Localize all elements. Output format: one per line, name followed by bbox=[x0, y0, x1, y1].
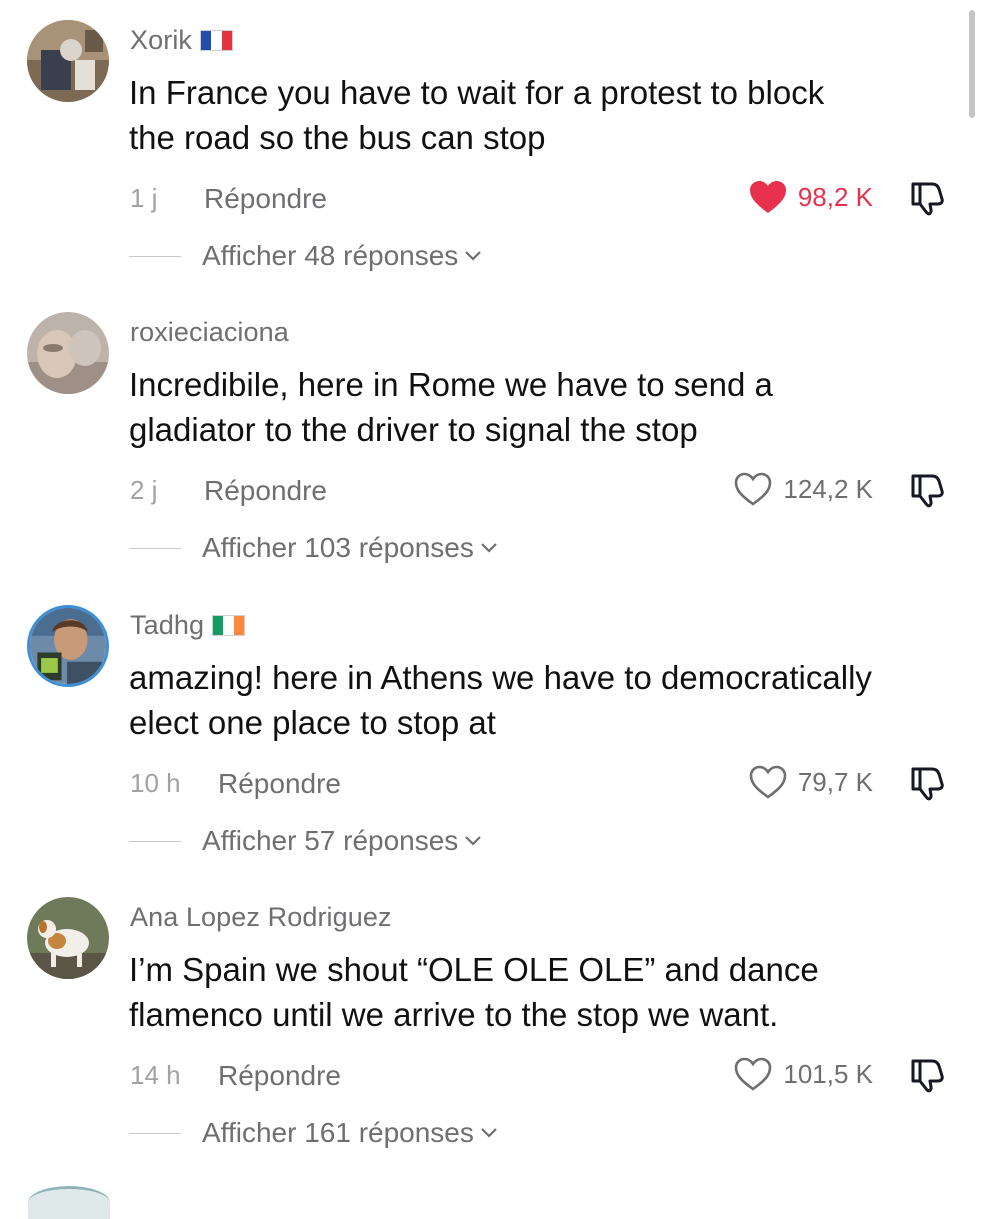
timestamp: 14 h bbox=[130, 1060, 181, 1090]
view-replies: Afficher 161 réponses bbox=[0, 1113, 983, 1153]
chevron-down-icon bbox=[480, 542, 498, 554]
view-replies-label: Afficher 57 réponses bbox=[202, 825, 459, 856]
like-count: 98,2 K bbox=[797, 181, 873, 212]
username[interactable]: roxieciaciona bbox=[130, 317, 289, 348]
heart-icon bbox=[748, 179, 788, 215]
view-replies-label: Afficher 48 réponses bbox=[202, 240, 459, 271]
comment-item: Ana Lopez Rodriguez I’m Spain we shout “… bbox=[0, 877, 983, 1169]
reply-button[interactable]: Répondre bbox=[218, 768, 341, 800]
reply-button[interactable]: Répondre bbox=[204, 475, 327, 507]
chevron-down-icon bbox=[464, 250, 482, 262]
chevron-down-icon bbox=[464, 835, 482, 847]
comment-text-line: Incredibile, here in Rome we have to sen… bbox=[129, 366, 773, 403]
view-replies-button[interactable]: Afficher 48 réponses bbox=[202, 240, 482, 272]
view-replies: Afficher 48 réponses bbox=[0, 236, 983, 276]
comment-text-line: amazing! here in Athens we have to democ… bbox=[129, 659, 872, 696]
comment-item: Xorik In France you have to wait for a p… bbox=[0, 0, 983, 292]
like-button[interactable]: 124,2 K bbox=[733, 467, 873, 511]
like-button[interactable]: 101,5 K bbox=[733, 1052, 873, 1096]
comment-text-line: gladiator to the driver to signal the st… bbox=[129, 411, 698, 448]
comment-text-line: the road so the bus can stop bbox=[129, 119, 546, 156]
comment-actions: 14 h Répondre 101,5 K bbox=[0, 1052, 983, 1096]
username[interactable]: Tadhg bbox=[130, 610, 204, 641]
view-replies-button[interactable]: Afficher 57 réponses bbox=[202, 825, 482, 857]
avatar[interactable] bbox=[27, 605, 109, 687]
comment-text-line: In France you have to wait for a protest… bbox=[129, 74, 825, 111]
like-count: 101,5 K bbox=[783, 1058, 873, 1089]
divider bbox=[129, 1133, 181, 1134]
view-replies: Afficher 57 réponses bbox=[0, 821, 983, 861]
like-count: 124,2 K bbox=[783, 473, 873, 504]
view-replies: Afficher 103 réponses bbox=[0, 528, 983, 568]
avatar[interactable] bbox=[27, 20, 109, 102]
avatar[interactable] bbox=[27, 312, 109, 394]
comment-text-line: elect one place to stop at bbox=[129, 704, 496, 741]
thumbs-down-icon[interactable] bbox=[909, 765, 947, 801]
comment-actions: 1 j Répondre 98,2 K bbox=[0, 175, 983, 219]
like-button[interactable]: 98,2 K bbox=[748, 175, 873, 219]
avatar[interactable] bbox=[28, 1186, 110, 1219]
avatar[interactable] bbox=[27, 897, 109, 979]
divider bbox=[129, 548, 181, 549]
reply-button[interactable]: Répondre bbox=[204, 183, 327, 215]
view-replies-label: Afficher 161 réponses bbox=[202, 1117, 474, 1148]
view-replies-label: Afficher 103 réponses bbox=[202, 532, 474, 563]
like-button[interactable]: 79,7 K bbox=[748, 760, 873, 804]
timestamp: 2 j bbox=[130, 475, 158, 505]
comment-item: roxieciaciona Incredibile, here in Rome … bbox=[0, 292, 983, 584]
heart-icon bbox=[748, 764, 788, 800]
ireland-flag-icon bbox=[212, 614, 246, 636]
view-replies-button[interactable]: Afficher 103 réponses bbox=[202, 532, 498, 564]
username[interactable]: Xorik bbox=[130, 25, 192, 56]
divider bbox=[129, 256, 181, 257]
thumbs-down-icon[interactable] bbox=[909, 472, 947, 508]
comment-text-line: I’m Spain we shout “OLE OLE OLE” and dan… bbox=[129, 951, 819, 988]
divider bbox=[129, 841, 181, 842]
thumbs-down-icon[interactable] bbox=[909, 180, 947, 216]
reply-button[interactable]: Répondre bbox=[218, 1060, 341, 1092]
comment-actions: 2 j Répondre 124,2 K bbox=[0, 467, 983, 511]
heart-icon bbox=[733, 1056, 773, 1092]
heart-icon bbox=[733, 471, 773, 507]
like-count: 79,7 K bbox=[797, 766, 873, 797]
view-replies-button[interactable]: Afficher 161 réponses bbox=[202, 1117, 498, 1149]
comment-text: Incredibile, here in Rome we have to sen… bbox=[129, 362, 959, 452]
comment-actions: 10 h Répondre 79,7 K bbox=[0, 760, 983, 804]
thumbs-down-icon[interactable] bbox=[909, 1057, 947, 1093]
comment-item: Tadhg amazing! here in Athens we have to… bbox=[0, 585, 983, 877]
timestamp: 10 h bbox=[130, 768, 181, 798]
comment-text: amazing! here in Athens we have to democ… bbox=[129, 655, 959, 745]
comment-text: In France you have to wait for a protest… bbox=[129, 70, 959, 160]
username[interactable]: Ana Lopez Rodriguez bbox=[130, 902, 392, 933]
chevron-down-icon bbox=[480, 1127, 498, 1139]
france-flag-icon bbox=[200, 29, 234, 51]
timestamp: 1 j bbox=[130, 183, 158, 213]
comment-text-line: flamenco until we arrive to the stop we … bbox=[129, 996, 779, 1033]
comment-text: I’m Spain we shout “OLE OLE OLE” and dan… bbox=[129, 947, 959, 1037]
